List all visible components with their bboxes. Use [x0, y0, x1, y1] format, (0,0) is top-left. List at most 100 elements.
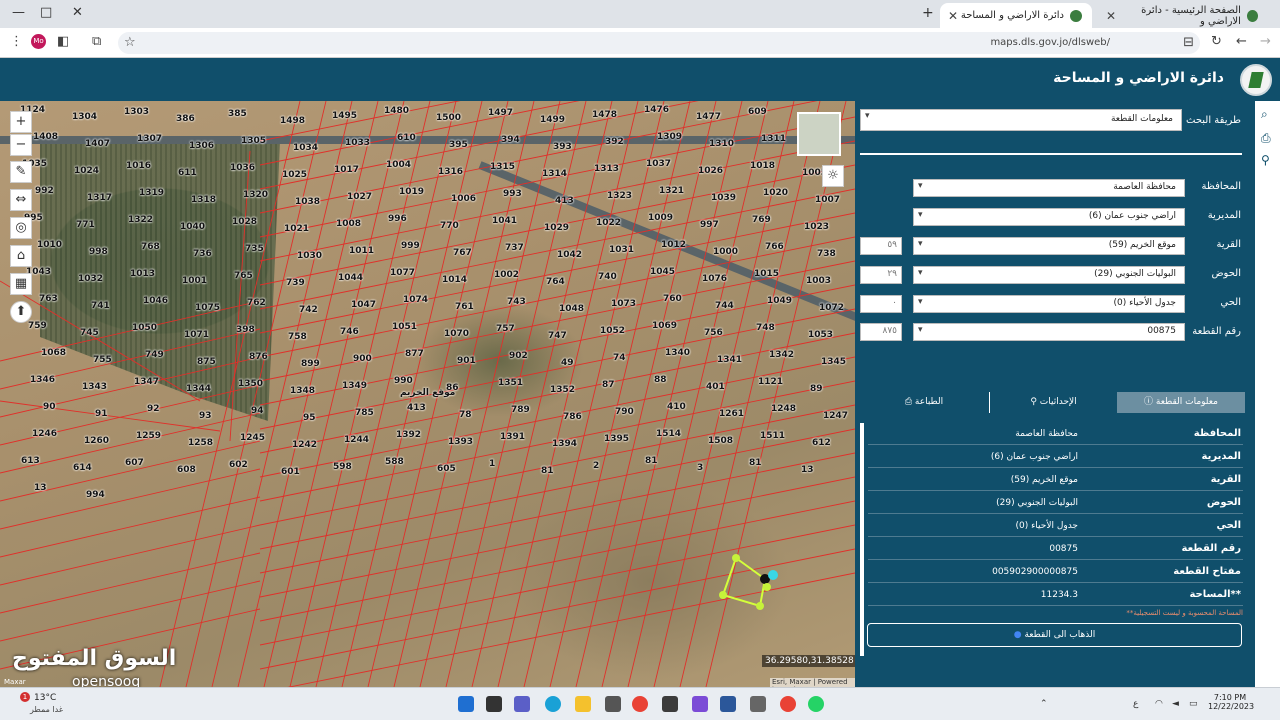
sidebar-icon[interactable]: ◧	[57, 34, 69, 49]
parcel-number-label[interactable]: 755	[93, 355, 112, 365]
whatsapp-icon[interactable]	[808, 696, 824, 712]
parcel-number-label[interactable]: 1047	[351, 300, 376, 310]
parcel-number-label[interactable]: 609	[748, 107, 767, 117]
parcel-number-label[interactable]: 1024	[74, 166, 99, 176]
parcel-number-label[interactable]: 1407	[85, 139, 110, 149]
parcel-number-label[interactable]: 1478	[592, 110, 617, 120]
profile-avatar[interactable]: Mo	[31, 34, 46, 49]
compass-icon[interactable]: ⬆	[10, 301, 32, 323]
parcel-number-label[interactable]: 993	[503, 189, 522, 199]
parcel-number-label[interactable]: 740	[598, 272, 617, 282]
language-indicator[interactable]: ع	[1133, 699, 1138, 709]
parcel-number-label[interactable]: 785	[355, 408, 374, 418]
parcel-number-label[interactable]: 91	[95, 409, 108, 419]
parcel-number-label[interactable]: 1072	[819, 303, 844, 313]
parcel-number-label[interactable]: 768	[141, 242, 160, 252]
chrome-icon[interactable]	[632, 696, 648, 712]
measure-icon[interactable]: ⇔	[10, 189, 32, 211]
parcel-number-label[interactable]: 1316	[438, 167, 463, 177]
parcel-number-label[interactable]: 394	[501, 135, 520, 145]
locate-icon[interactable]: ◎	[10, 217, 32, 239]
parcel-number-label[interactable]: 93	[199, 411, 212, 421]
forward-icon[interactable]: →	[1260, 34, 1271, 49]
parcel-number-label[interactable]: 1033	[345, 138, 370, 148]
parcel-number-label[interactable]: 756	[704, 328, 723, 338]
parcel-number-label[interactable]: 877	[405, 349, 424, 359]
parcel-number-label[interactable]: 1010	[37, 240, 62, 250]
parcel-number-label[interactable]: 1048	[559, 304, 584, 314]
basin-select[interactable]: البوليات الجنوبي (29)	[913, 266, 1185, 284]
parcel-number-label[interactable]: 1514	[656, 429, 681, 439]
parcel-number-label[interactable]: 744	[715, 301, 734, 311]
parcel-number-label[interactable]: 1074	[403, 295, 428, 305]
parcel-number-label[interactable]: 385	[228, 109, 247, 119]
neighborhood-code-input[interactable]: ٠	[860, 295, 902, 313]
back-icon[interactable]: ←	[1236, 34, 1247, 49]
parcel-number-label[interactable]: 88	[654, 375, 667, 385]
parcel-number-label[interactable]: 1248	[771, 404, 796, 414]
file-explorer-icon[interactable]	[575, 696, 591, 712]
parcel-number-label[interactable]: 608	[177, 465, 196, 475]
parcel-number-label[interactable]: 765	[234, 271, 253, 281]
parcel-number-label[interactable]: 1260	[84, 436, 109, 446]
parcel-number-label[interactable]: 1340	[665, 348, 690, 358]
parcel-number-label[interactable]: 998	[89, 247, 108, 257]
parcel-number-label[interactable]: 1303	[124, 107, 149, 117]
parcel-number-label[interactable]: 1345	[821, 357, 846, 367]
parcel-number-label[interactable]: 81	[645, 456, 658, 466]
parcel-number-label[interactable]: 1076	[702, 274, 727, 284]
parcel-number-label[interactable]: 598	[333, 462, 352, 472]
parcel-number-label[interactable]: 875	[197, 357, 216, 367]
parcel-number-label[interactable]: 770	[440, 221, 459, 231]
parcel-number-label[interactable]: 1073	[611, 299, 636, 309]
parcel-number-label[interactable]: 74	[613, 353, 626, 363]
parcel-number-label[interactable]: 1008	[336, 219, 361, 229]
parcel-number-label[interactable]: 1052	[600, 326, 625, 336]
home-icon[interactable]: ⌂	[10, 245, 32, 267]
parcel-number-label[interactable]: 1320	[243, 190, 268, 200]
parcel-number-label[interactable]: 1009	[648, 213, 673, 223]
parcel-number-label[interactable]: 2	[593, 461, 599, 471]
parcel-number-label[interactable]: 1026	[698, 166, 723, 176]
visual-studio-icon[interactable]	[692, 696, 708, 712]
parcel-number-label[interactable]: 1323	[607, 191, 632, 201]
parcel-number-label[interactable]: 1020	[763, 188, 788, 198]
parcel-number-label[interactable]: 743	[507, 297, 526, 307]
parcel-number-label[interactable]: 401	[706, 382, 725, 392]
parcel-number-label[interactable]: 398	[236, 325, 255, 335]
parcel-number-label[interactable]: 1499	[540, 115, 565, 125]
parcel-number-label[interactable]: 94	[251, 406, 264, 416]
parcel-number-label[interactable]: 1342	[769, 350, 794, 360]
parcel-number-label[interactable]: 605	[437, 464, 456, 474]
zoom-out-button[interactable]: −	[10, 134, 32, 156]
parcel-code-input[interactable]: ٨٧٥	[860, 323, 902, 341]
parcel-number-label[interactable]: 789	[511, 405, 530, 415]
battery-icon[interactable]: ▭	[1189, 699, 1198, 709]
volume-icon[interactable]: ◄	[1172, 699, 1179, 709]
parcel-number-label[interactable]: 899	[301, 359, 320, 369]
parcel-number-label[interactable]: 92	[147, 404, 160, 414]
parcel-number-label[interactable]: 1310	[709, 139, 734, 149]
search-method-select[interactable]: معلومات القطعة	[860, 109, 1182, 131]
parcel-number-label[interactable]: 1247	[823, 411, 848, 421]
parcel-number-label[interactable]: 746	[340, 327, 359, 337]
overview-map[interactable]	[797, 112, 841, 156]
governorate-select[interactable]: محافظة العاصمة	[913, 179, 1185, 197]
parcel-number-label[interactable]: 990	[394, 376, 413, 386]
parcel-number-label[interactable]: 1069	[652, 321, 677, 331]
draw-icon[interactable]: ✎	[10, 161, 32, 183]
parcel-number-label[interactable]: 601	[281, 467, 300, 477]
parcel-number-label[interactable]: 1027	[347, 192, 372, 202]
parcel-number-label[interactable]: 81	[749, 458, 762, 468]
parcel-number-label[interactable]: 1037	[646, 159, 671, 169]
reload-icon[interactable]: ↻	[1211, 34, 1222, 49]
parcel-number-label[interactable]: 741	[91, 301, 110, 311]
parcel-number-label[interactable]: 1015	[754, 269, 779, 279]
parcel-number-label[interactable]: 735	[245, 244, 264, 254]
app-icon[interactable]	[750, 696, 766, 712]
parcel-number-label[interactable]: 1071	[184, 330, 209, 340]
parcel-number-label[interactable]: 1068	[41, 348, 66, 358]
zoom-in-button[interactable]: +	[10, 111, 32, 133]
word-icon[interactable]	[720, 696, 736, 712]
parcel-number-label[interactable]: 1395	[604, 434, 629, 444]
